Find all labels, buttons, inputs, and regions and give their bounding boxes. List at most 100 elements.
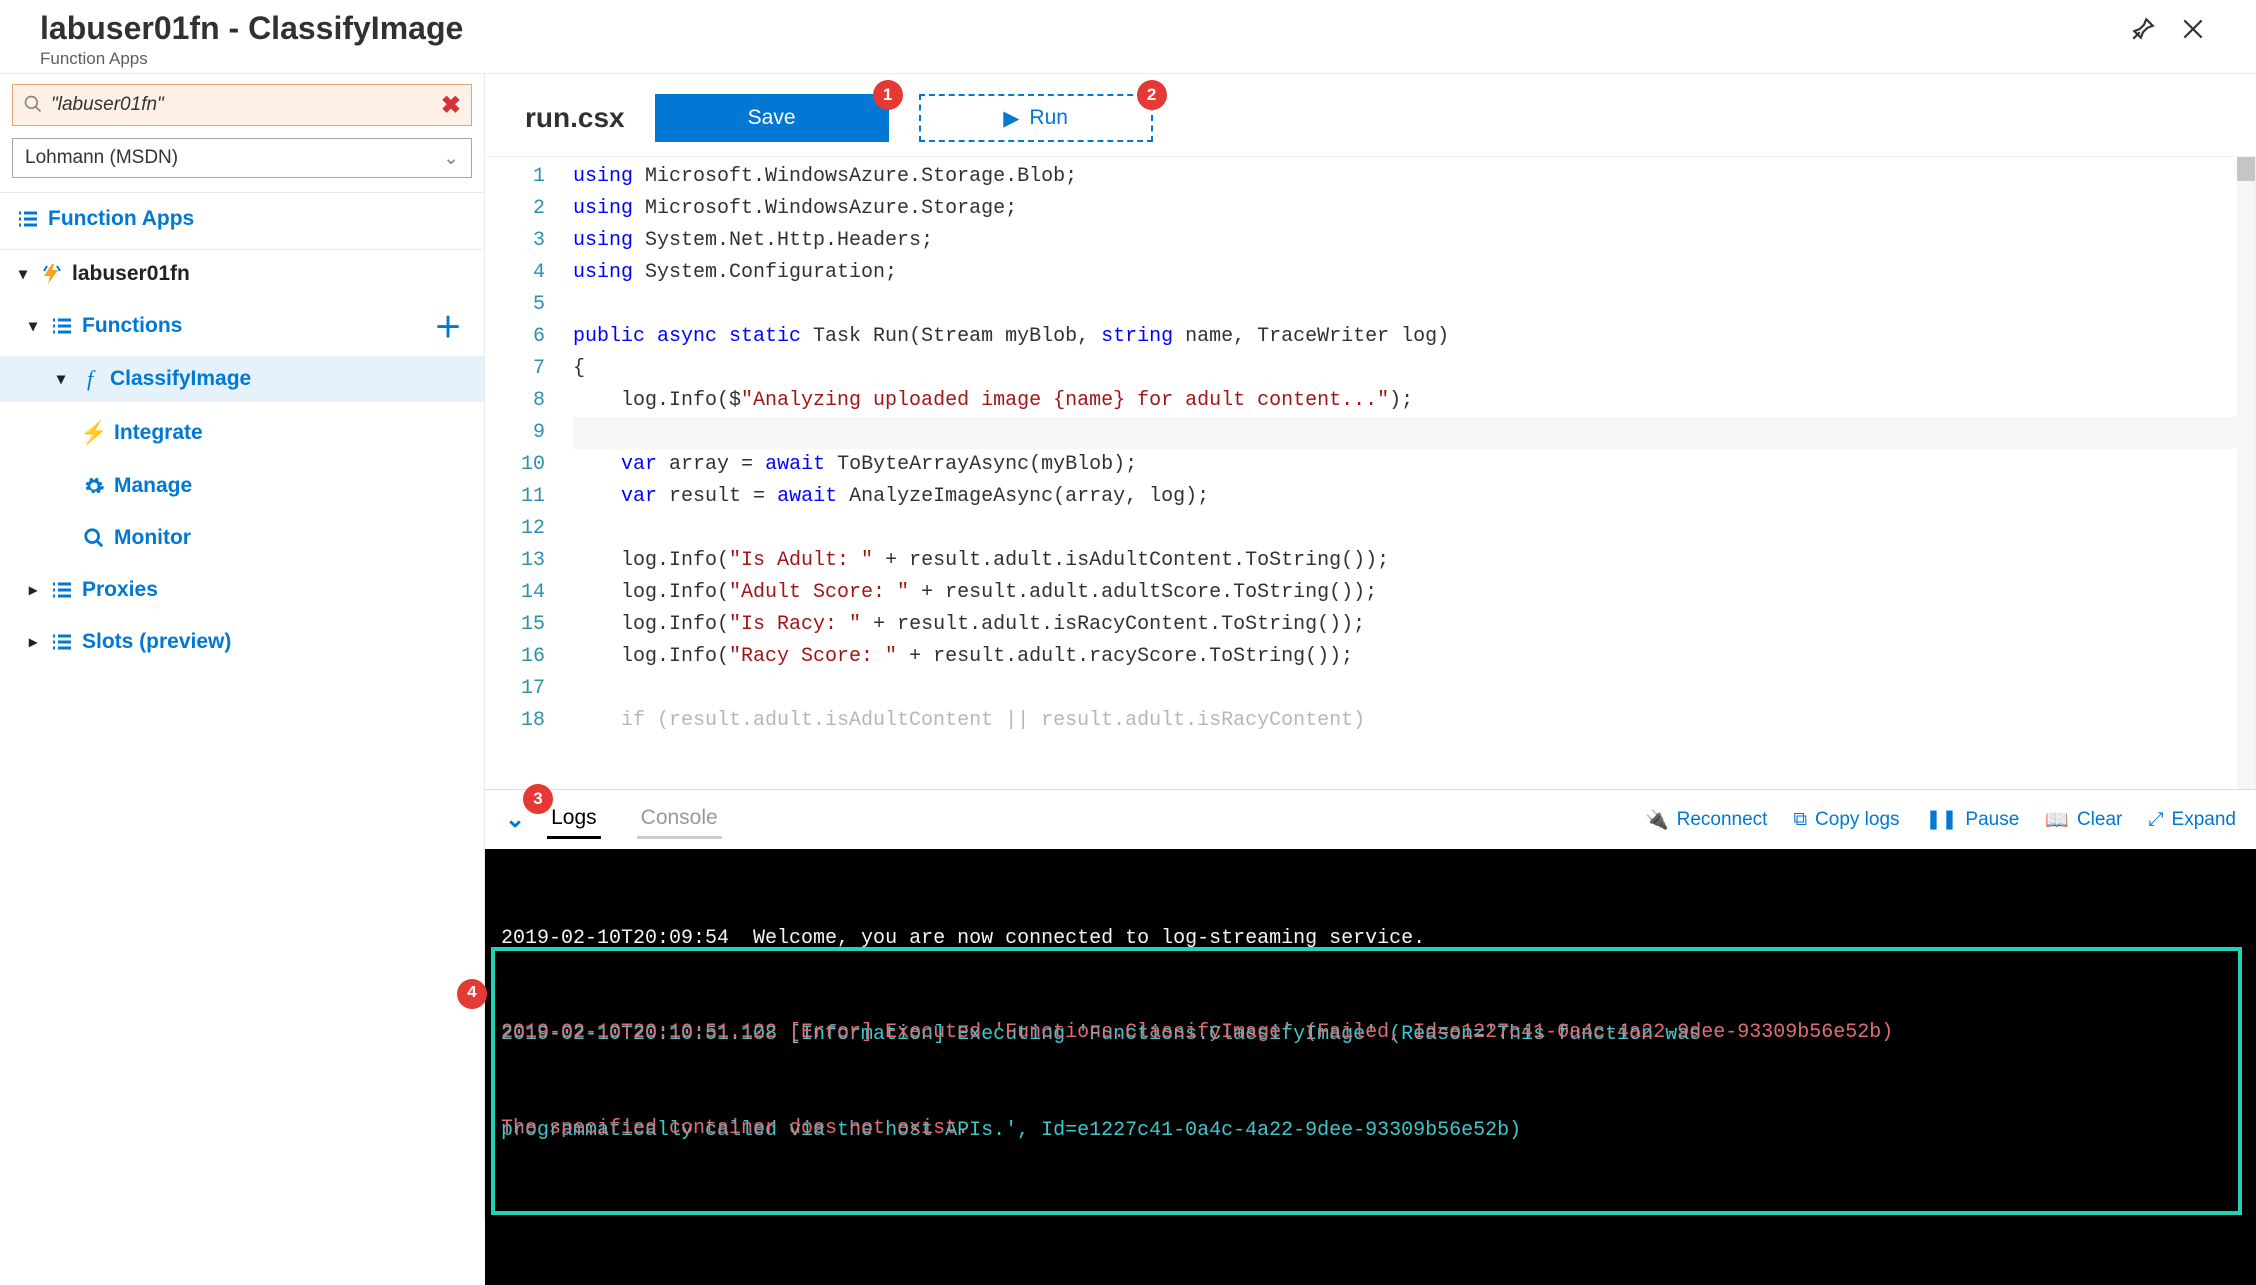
code-line: var result = await AnalyzeImageAsync(arr… — [573, 481, 2255, 513]
sidebar-item-label: labuser01fn — [72, 262, 190, 286]
collapse-logs-icon[interactable]: ⌄ — [505, 805, 525, 834]
line-number: 4 — [485, 257, 545, 289]
chevron-down-icon: ⌄ — [443, 147, 459, 170]
code-line: using Microsoft.WindowsAzure.Storage; — [573, 193, 2255, 225]
sidebar-item-manage[interactable]: Manage — [0, 464, 484, 508]
sidebar-item-label: Slots (preview) — [82, 630, 231, 654]
code-line: public async static Task Run(Stream myBl… — [573, 321, 2255, 353]
line-number: 7 — [485, 353, 545, 385]
sidebar-item-label: Monitor — [114, 526, 191, 550]
code-line: if (result.adult.isAdultContent || resul… — [573, 705, 2255, 737]
copy-logs-button[interactable]: ⧉ Copy logs — [1793, 809, 1899, 831]
list-icon — [14, 207, 42, 231]
line-number: 11 — [485, 481, 545, 513]
sidebar-item-functions[interactable]: ▾ Functions ＋ — [0, 304, 484, 348]
subscription-select[interactable]: Lohmann (MSDN) ⌄ — [12, 138, 472, 178]
code-line: log.Info("Is Adult: " + result.adult.isA… — [573, 545, 2255, 577]
pin-icon[interactable] — [2130, 16, 2156, 45]
code-line: log.Info("Is Racy: " + result.adult.isRa… — [573, 609, 2255, 641]
sidebar-item-label: Functions — [82, 314, 182, 338]
code-line: using System.Configuration; — [573, 257, 2255, 289]
clear-label: Clear — [2077, 809, 2122, 831]
search-input-wrap[interactable]: ✖ — [12, 84, 472, 126]
page-title: labuser01fn - ClassifyImage — [40, 10, 463, 47]
reconnect-button[interactable]: 🔌 Reconnect — [1645, 808, 1768, 832]
line-number: 2 — [485, 193, 545, 225]
sidebar-item-monitor[interactable]: Monitor — [0, 516, 484, 560]
list-icon — [48, 630, 76, 654]
code-line — [573, 289, 2255, 321]
run-button-label: Run — [1029, 106, 1068, 130]
pause-icon: ❚❚ — [1926, 808, 1958, 831]
line-number: 12 — [485, 513, 545, 545]
code-line: log.Info($"Analyzing uploaded image {nam… — [573, 385, 2255, 417]
book-icon: 📖 — [2045, 808, 2069, 832]
filename-label: run.csx — [525, 102, 625, 134]
sidebar-item-label: Proxies — [82, 578, 158, 602]
expand-button[interactable]: ⤢ Expand — [2148, 809, 2236, 831]
code-editor[interactable]: 123456789101112131415161718 using Micros… — [485, 156, 2256, 789]
line-number: 5 — [485, 289, 545, 321]
subscription-label: Lohmann (MSDN) — [25, 147, 178, 169]
sidebar-item-classifyimage[interactable]: ▾ f ClassifyImage — [0, 356, 484, 402]
line-number: 1 — [485, 161, 545, 193]
log-line-error: 2019-02-10T20:10:51.122 [Error] Executed… — [501, 1017, 2232, 1049]
close-icon[interactable] — [2180, 16, 2206, 45]
line-number: 13 — [485, 545, 545, 577]
sidebar-item-label: ClassifyImage — [110, 367, 251, 391]
play-icon: ▶ — [1003, 106, 1019, 131]
gear-icon — [80, 475, 108, 497]
line-number: 9 — [485, 417, 545, 449]
line-number: 8 — [485, 385, 545, 417]
function-app-icon — [38, 262, 66, 286]
code-line: var array = await ToByteArrayAsync(myBlo… — [573, 449, 2255, 481]
plug-icon: 🔌 — [1645, 808, 1669, 832]
divider — [0, 249, 484, 250]
callout-4: 4 — [457, 979, 487, 1009]
sidebar-item-label: Function Apps — [48, 207, 194, 231]
expand-label: Expand — [2172, 809, 2236, 831]
clear-search-icon[interactable]: ✖ — [441, 91, 461, 120]
list-icon — [48, 314, 76, 338]
code-line: { — [573, 353, 2255, 385]
code-line — [573, 673, 2255, 705]
sidebar-item-proxies[interactable]: ▸ Proxies — [0, 568, 484, 612]
log-line-error: The specified container does not exist. — [501, 1113, 2232, 1145]
pause-button[interactable]: ❚❚ Pause — [1926, 808, 2020, 831]
reconnect-label: Reconnect — [1677, 809, 1768, 831]
line-number: 18 — [485, 705, 545, 737]
clear-button[interactable]: 📖 Clear — [2045, 808, 2122, 832]
divider — [0, 192, 484, 193]
log-output[interactable]: 2019-02-10T20:09:54 Welcome, you are now… — [485, 849, 2256, 1285]
sidebar-item-function-apps[interactable]: Function Apps — [0, 197, 484, 241]
sidebar-item-integrate[interactable]: ⚡ Integrate — [0, 410, 484, 456]
sidebar: ✖ Lohmann (MSDN) ⌄ Function Apps ▾ labus… — [0, 74, 485, 1219]
save-button[interactable]: Save — [655, 94, 889, 142]
search-icon — [23, 94, 43, 117]
callout-3: 3 — [523, 784, 553, 814]
tab-console[interactable]: Console — [637, 800, 722, 839]
pause-label: Pause — [1965, 809, 2019, 831]
scrollbar[interactable] — [2237, 157, 2255, 789]
line-number: 15 — [485, 609, 545, 641]
line-number: 6 — [485, 321, 545, 353]
tab-logs[interactable]: Logs — [547, 800, 601, 839]
code-line: using System.Net.Http.Headers; — [573, 225, 2255, 257]
copy-logs-label: Copy logs — [1815, 809, 1900, 831]
run-button[interactable]: ▶ Run — [919, 94, 1153, 142]
function-icon: f — [76, 366, 104, 392]
caret-right-icon: ▸ — [24, 632, 42, 652]
sidebar-item-app[interactable]: ▾ labuser01fn — [0, 252, 484, 296]
code-line — [573, 417, 2255, 449]
sidebar-item-slots[interactable]: ▸ Slots (preview) — [0, 620, 484, 664]
caret-right-icon: ▸ — [24, 580, 42, 600]
caret-down-icon: ▾ — [24, 316, 42, 336]
add-function-icon[interactable]: ＋ — [434, 306, 462, 346]
callout-1: 1 — [873, 80, 903, 110]
code-line: using Microsoft.WindowsAzure.Storage.Blo… — [573, 161, 2255, 193]
caret-down-icon: ▾ — [52, 369, 70, 389]
caret-down-icon: ▾ — [14, 264, 32, 284]
search-input[interactable] — [43, 94, 441, 116]
sidebar-item-label: Integrate — [114, 421, 203, 445]
list-icon — [48, 578, 76, 602]
